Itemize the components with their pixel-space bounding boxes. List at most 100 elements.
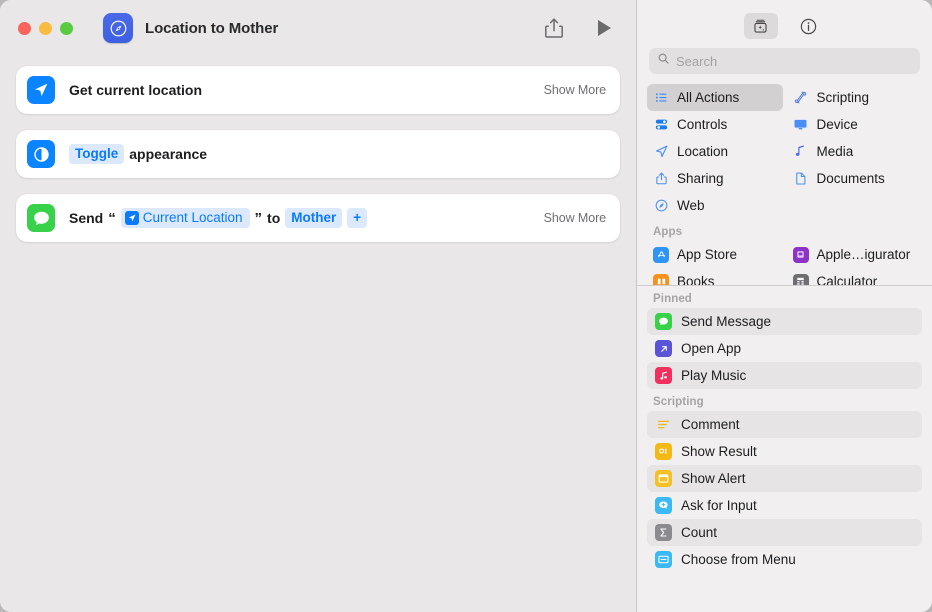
app-item-app-store[interactable]: App Store <box>647 241 783 268</box>
action-card-get-current-location[interactable]: Get current location Show More <box>16 66 620 114</box>
action-card-send-message[interactable]: Send “ Current Location ” to Mother + Sh… <box>16 194 620 242</box>
shortcuts-window: Location to Mother Get current location … <box>0 0 932 612</box>
action-label: appearance <box>129 146 208 162</box>
app-label: Calculator <box>816 274 878 286</box>
library-item-comment[interactable]: Comment <box>647 411 922 438</box>
category-sharing[interactable]: Sharing <box>647 165 783 192</box>
location-arrow-icon <box>27 76 55 104</box>
run-icon[interactable] <box>592 16 616 40</box>
show-more-button[interactable]: Show More <box>544 211 606 225</box>
library-item-show-result[interactable]: Show Result <box>647 438 922 465</box>
app-label: App Store <box>677 247 738 262</box>
device-icon <box>793 117 809 133</box>
search-field[interactable] <box>649 48 920 74</box>
app-item-apple-configurator[interactable]: Apple…igurator <box>787 241 923 268</box>
calculator-icon <box>792 273 809 285</box>
preposition: to <box>267 210 281 226</box>
location-arrow-icon <box>653 144 669 160</box>
pinned-section-label: Pinned <box>653 293 692 305</box>
show-more-button[interactable]: Show More <box>544 83 606 97</box>
category-all-actions[interactable]: All Actions <box>647 84 783 111</box>
title-bar: Location to Mother <box>0 0 636 56</box>
category-label: Controls <box>677 117 728 132</box>
shortcuts-compass-icon <box>103 13 133 43</box>
close-button[interactable] <box>18 21 31 35</box>
location-arrow-icon <box>124 211 139 225</box>
show-alert-icon <box>655 470 672 487</box>
action-title: Get current location <box>69 82 203 98</box>
category-scripting[interactable]: Scripting <box>787 84 923 111</box>
zoom-button[interactable] <box>60 21 73 35</box>
action-library-icon[interactable] <box>743 13 778 39</box>
library-item-label: Show Alert <box>681 471 746 486</box>
minimize-button[interactable] <box>39 21 52 35</box>
category-label: Device <box>816 117 858 132</box>
appearance-toggle-icon <box>27 140 55 168</box>
category-device[interactable]: Device <box>787 111 923 138</box>
category-label: Location <box>677 144 729 159</box>
category-label: Scripting <box>816 90 870 105</box>
category-label: Media <box>816 144 854 159</box>
add-recipient-button[interactable]: + <box>347 208 368 228</box>
category-label: All Actions <box>677 90 740 105</box>
search-input[interactable] <box>676 53 912 69</box>
category-media[interactable]: Media <box>787 138 923 165</box>
page-title: Location to Mother <box>145 19 279 37</box>
category-web[interactable]: Web <box>647 192 783 219</box>
close-quote: ” <box>254 209 263 227</box>
action-card-toggle-appearance[interactable]: Toggle appearance <box>16 130 620 178</box>
library-item-open-app[interactable]: Open App <box>647 335 922 362</box>
music-note-icon <box>655 367 672 384</box>
sigma-count-icon <box>655 524 672 541</box>
library-item-label: Show Result <box>681 444 757 459</box>
info-icon[interactable] <box>792 13 826 39</box>
library-list[interactable]: Pinned Send Message Open App Play Music <box>637 286 932 612</box>
library-item-label: Count <box>681 525 718 540</box>
library-item-send-message[interactable]: Send Message <box>647 308 922 335</box>
current-location-token[interactable]: Current Location <box>120 208 250 228</box>
ask-input-icon <box>655 497 672 514</box>
action-library-pane: All Actions Scripting <box>636 0 932 612</box>
share-icon[interactable] <box>542 16 566 40</box>
share-icon <box>653 171 669 187</box>
recipient-chip[interactable]: Mother <box>285 208 343 228</box>
apps-grid: App Store Apple…igurator Books Calculato… <box>637 241 932 286</box>
window-controls[interactable] <box>18 21 73 35</box>
app-item-calculator[interactable]: Calculator <box>787 268 923 286</box>
category-location[interactable]: Location <box>647 138 783 165</box>
comment-lines-icon <box>655 416 672 433</box>
library-item-show-alert[interactable]: Show Alert <box>647 465 922 492</box>
app-label: Apple…igurator <box>816 247 911 262</box>
app-store-icon <box>653 246 669 263</box>
library-item-play-music[interactable]: Play Music <box>647 362 922 389</box>
list-bullet-icon <box>653 90 669 106</box>
library-item-count[interactable]: Count <box>647 519 922 546</box>
library-item-label: Choose from Menu <box>681 552 796 567</box>
category-controls[interactable]: Controls <box>647 111 783 138</box>
library-item-label: Ask for Input <box>681 498 757 513</box>
action-body: Toggle appearance <box>69 144 207 164</box>
books-icon <box>653 273 669 285</box>
library-item-label: Open App <box>681 341 742 356</box>
library-item-choose-from-menu[interactable]: Choose from Menu <box>647 546 922 573</box>
editor-pane: Location to Mother Get current location … <box>0 0 636 612</box>
library-item-ask-for-input[interactable]: Ask for Input <box>647 492 922 519</box>
messages-bubble-icon <box>27 204 55 232</box>
library-toolbar <box>637 0 932 48</box>
messages-bubble-icon <box>655 313 672 330</box>
category-label: Sharing <box>677 171 724 186</box>
controls-icon <box>653 117 669 133</box>
open-app-icon <box>655 340 672 357</box>
search-container <box>637 48 932 84</box>
categories-grid: All Actions Scripting Controls Device Lo… <box>637 84 932 219</box>
library-item-label: Send Message <box>681 314 772 329</box>
scripting-section-label: Scripting <box>653 396 704 408</box>
app-item-books[interactable]: Books <box>647 268 783 285</box>
send-verb: Send <box>69 210 104 226</box>
categories-panel[interactable]: All Actions Scripting Controls Device Lo… <box>637 84 932 286</box>
library-item-label: Play Music <box>681 368 747 383</box>
category-documents[interactable]: Documents <box>787 165 923 192</box>
search-icon <box>657 52 670 70</box>
toggle-parameter-chip[interactable]: Toggle <box>69 144 125 164</box>
apps-section-label: Apps <box>653 226 683 238</box>
